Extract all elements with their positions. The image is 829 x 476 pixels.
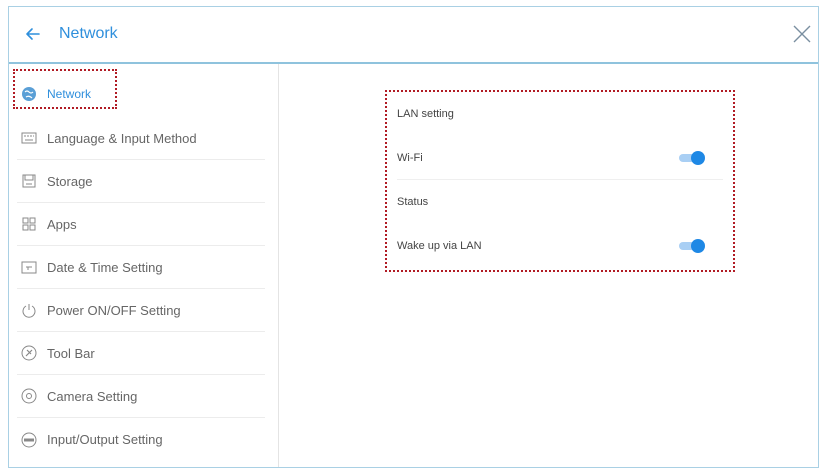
sidebar-item-date-time[interactable]: Date & Time Setting (17, 246, 265, 289)
sidebar-item-power[interactable]: Power ON/OFF Setting (17, 289, 265, 332)
sidebar-item-input-output[interactable]: Input/Output Setting (17, 418, 265, 461)
sidebar-item-language-input[interactable]: Language & Input Method (17, 117, 265, 160)
sidebar-item-label: Language & Input Method (47, 130, 197, 146)
sidebar-item-tool-bar[interactable]: Tool Bar (17, 332, 265, 375)
sidebar-item-camera[interactable]: Camera Setting (17, 375, 265, 418)
lan-settings-panel: LAN setting Wi-Fi Status Wake up via LAN (385, 90, 735, 272)
power-icon (22, 304, 36, 318)
apps-grid-icon (22, 217, 36, 231)
status-label: Status (397, 196, 429, 208)
sidebar-item-apps[interactable]: Apps (17, 203, 265, 246)
calendar-icon (21, 261, 37, 274)
wake-on-lan-label: Wake up via LAN (397, 240, 482, 252)
sidebar-item-label: Power ON/OFF Setting (47, 302, 181, 318)
sidebar-item-label: Storage (47, 173, 93, 189)
wake-on-lan-toggle-knob (691, 239, 705, 253)
title-bar: Network (9, 7, 818, 64)
wifi-row: Wi-Fi (397, 136, 723, 180)
lan-setting-heading-label: LAN setting (397, 108, 454, 120)
sidebar-item-label: Input/Output Setting (47, 432, 163, 447)
page-title: Network (59, 25, 118, 42)
arrow-left-icon[interactable] (23, 24, 43, 44)
sidebar-item-label: Date & Time Setting (47, 259, 163, 275)
sidebar: Network Language & Input Method Storage (9, 64, 279, 467)
close-icon[interactable] (790, 22, 814, 46)
camera-icon (21, 388, 37, 404)
keyboard-icon (21, 132, 37, 144)
sidebar-item-label: Apps (47, 216, 77, 232)
storage-icon (22, 174, 36, 188)
toolbar-icon (21, 345, 37, 361)
highlight-network-item (13, 69, 117, 109)
status-row[interactable]: Status (397, 180, 723, 224)
content-pane: LAN setting Wi-Fi Status Wake up via LAN (279, 64, 818, 467)
sidebar-item-storage[interactable]: Storage (17, 160, 265, 203)
settings-window: Network Network Language & Input Method (8, 6, 819, 468)
lan-setting-heading: LAN setting (397, 92, 723, 136)
wifi-toggle-knob (691, 151, 705, 165)
wifi-label: Wi-Fi (397, 151, 423, 164)
wifi-toggle[interactable] (679, 151, 705, 165)
input-output-icon (21, 432, 37, 447)
wake-on-lan-row: Wake up via LAN (397, 224, 723, 268)
wake-on-lan-toggle[interactable] (679, 239, 705, 253)
sidebar-item-label: Camera Setting (47, 388, 138, 404)
sidebar-item-label: Tool Bar (47, 345, 95, 361)
